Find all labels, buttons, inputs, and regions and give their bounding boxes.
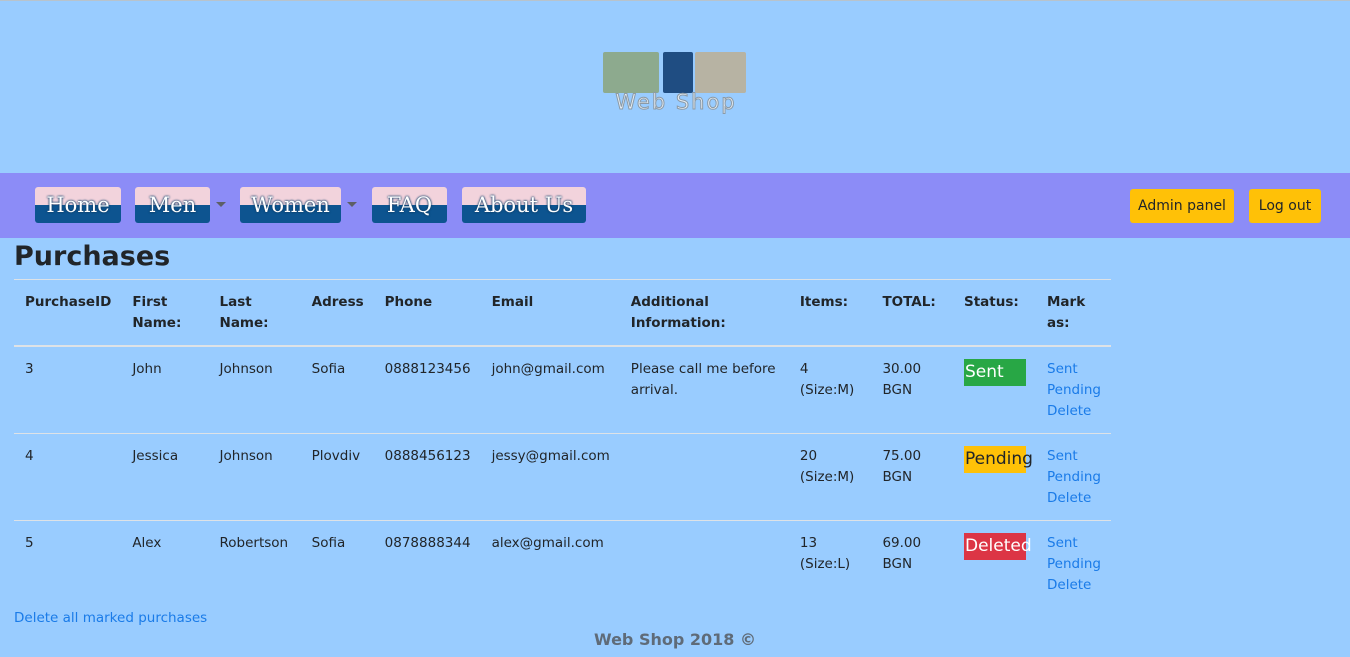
mark-sent-link[interactable]: Sent bbox=[1047, 533, 1101, 554]
col-header-status: Status: bbox=[953, 279, 1036, 347]
status-badge: Sent bbox=[964, 359, 1026, 386]
admin-panel-button[interactable]: Admin panel bbox=[1130, 189, 1234, 223]
phone-cell: 0878888344 bbox=[373, 520, 481, 607]
col-header-first-name: First Name: bbox=[121, 279, 209, 347]
address-cell: Sofia bbox=[300, 345, 374, 434]
footer-text: Web Shop 2018 © bbox=[594, 630, 756, 649]
shirts-logo-image bbox=[603, 52, 746, 93]
col-header-items: Items: bbox=[788, 279, 872, 347]
col-header-email: Email bbox=[480, 279, 620, 347]
nav-home[interactable]: Home bbox=[35, 187, 121, 223]
table-row: 3 John Johnson Sofia 0888123456 john@gma… bbox=[14, 345, 1111, 434]
logo-text: Web Shop bbox=[615, 90, 737, 115]
women-dropdown-caret-icon[interactable] bbox=[347, 202, 357, 207]
address-cell: Sofia bbox=[300, 520, 374, 607]
mark-pending-link[interactable]: Pending bbox=[1047, 380, 1101, 401]
mark-pending-link[interactable]: Pending bbox=[1047, 467, 1101, 488]
mark-pending-link[interactable]: Pending bbox=[1047, 554, 1101, 575]
mark-delete-link[interactable]: Delete bbox=[1047, 401, 1101, 422]
first-name-cell: Alex bbox=[121, 520, 209, 607]
status-badge: Pending bbox=[964, 446, 1033, 473]
mark-delete-link[interactable]: Delete bbox=[1047, 575, 1101, 596]
table-row: 4 Jessica Johnson Plovdiv 0888456123 jes… bbox=[14, 433, 1111, 521]
mark-as-cell: Sent Pending Delete bbox=[1036, 520, 1111, 607]
beige-shirt-icon bbox=[695, 52, 746, 93]
col-header-additional-info: Additional Information: bbox=[619, 279, 789, 347]
additional-info-cell bbox=[619, 433, 789, 521]
last-name-cell: Johnson bbox=[208, 433, 301, 521]
email-cell: john@gmail.com bbox=[480, 345, 620, 434]
status-cell: Deleted bbox=[953, 520, 1036, 607]
blue-shirt-icon bbox=[663, 52, 693, 93]
col-header-total: TOTAL: bbox=[871, 279, 953, 347]
phone-cell: 0888456123 bbox=[373, 433, 481, 521]
total-cell: 75.00 BGN bbox=[871, 433, 953, 521]
total-cell: 30.00 BGN bbox=[871, 345, 953, 434]
first-name-cell: John bbox=[121, 345, 209, 434]
email-cell: jessy@gmail.com bbox=[480, 433, 620, 521]
col-header-mark-as: Mark as: bbox=[1036, 279, 1111, 347]
items-cell: 4 (Size:M) bbox=[788, 345, 872, 434]
logout-button[interactable]: Log out bbox=[1249, 189, 1321, 223]
phone-cell: 0888123456 bbox=[373, 345, 481, 434]
purchase-id-cell: 4 bbox=[14, 433, 122, 521]
purchase-id-cell: 3 bbox=[14, 345, 122, 434]
items-cell: 13 (Size:L) bbox=[788, 520, 872, 607]
col-header-last-name: Last Name: bbox=[208, 279, 301, 347]
first-name-cell: Jessica bbox=[121, 433, 209, 521]
mark-as-cell: Sent Pending Delete bbox=[1036, 345, 1111, 434]
purchases-table: PurchaseID First Name: Last Name: Adress… bbox=[14, 279, 1111, 607]
navbar: Home Men Women FAQ About Us Admin panel … bbox=[0, 173, 1350, 238]
table-header-row: PurchaseID First Name: Last Name: Adress… bbox=[14, 279, 1111, 347]
mark-as-cell: Sent Pending Delete bbox=[1036, 433, 1111, 521]
last-name-cell: Johnson bbox=[208, 345, 301, 434]
mark-sent-link[interactable]: Sent bbox=[1047, 446, 1101, 467]
green-shirt-icon bbox=[603, 52, 659, 93]
items-cell: 20 (Size:M) bbox=[788, 433, 872, 521]
mark-delete-link[interactable]: Delete bbox=[1047, 488, 1101, 509]
email-cell: alex@gmail.com bbox=[480, 520, 620, 607]
status-badge: Deleted bbox=[964, 533, 1032, 560]
status-cell: Sent bbox=[953, 345, 1036, 434]
last-name-cell: Robertson bbox=[208, 520, 301, 607]
delete-all-marked-link[interactable]: Delete all marked purchases bbox=[14, 610, 207, 626]
men-dropdown-caret-icon[interactable] bbox=[216, 202, 226, 207]
nav-men[interactable]: Men bbox=[135, 187, 210, 223]
nav-women[interactable]: Women bbox=[240, 187, 341, 223]
status-cell: Pending bbox=[953, 433, 1036, 521]
col-header-address: Adress bbox=[300, 279, 374, 347]
nav-about-us[interactable]: About Us bbox=[462, 187, 586, 223]
col-header-purchase-id: PurchaseID bbox=[14, 279, 122, 347]
mark-sent-link[interactable]: Sent bbox=[1047, 359, 1101, 380]
purchase-id-cell: 5 bbox=[14, 520, 122, 607]
col-header-phone: Phone bbox=[373, 279, 481, 347]
table-row: 5 Alex Robertson Sofia 0878888344 alex@g… bbox=[14, 520, 1111, 607]
total-cell: 69.00 BGN bbox=[871, 520, 953, 607]
page-title: Purchases bbox=[14, 241, 171, 272]
address-cell: Plovdiv bbox=[300, 433, 374, 521]
additional-info-cell: Please call me before arrival. bbox=[619, 345, 789, 434]
additional-info-cell bbox=[619, 520, 789, 607]
nav-faq[interactable]: FAQ bbox=[372, 187, 447, 223]
web-shop-logo[interactable]: Web Shop bbox=[594, 51, 758, 117]
site-header: Web Shop bbox=[0, 0, 1350, 173]
